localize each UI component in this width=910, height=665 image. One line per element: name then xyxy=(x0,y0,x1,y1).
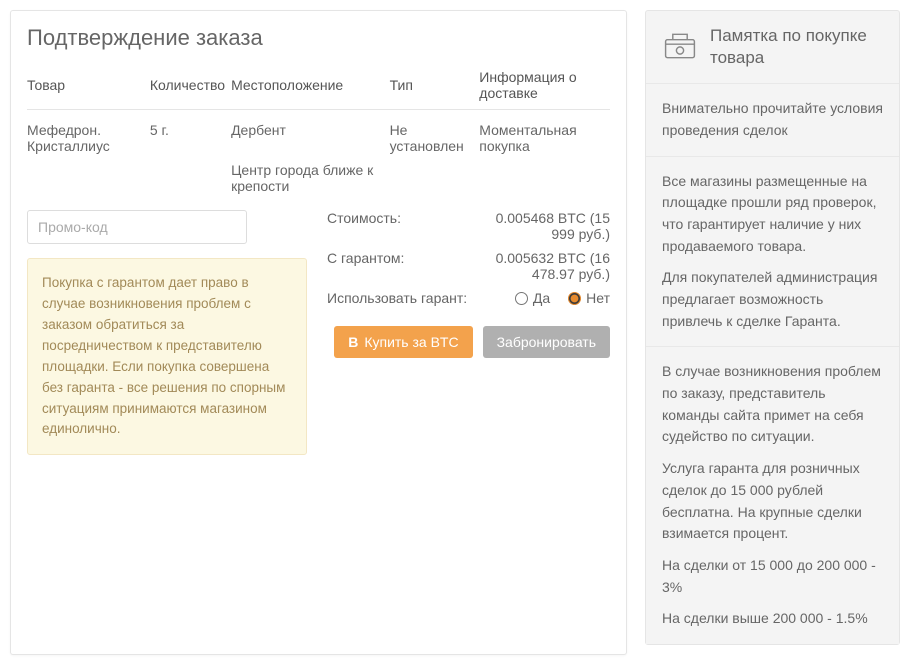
cell-type: Не установлен xyxy=(390,110,480,205)
price-cost-label: Стоимость: xyxy=(327,210,472,242)
notice-card: Памятка по покупке товара Внимательно пр… xyxy=(645,10,900,645)
notice-block3-p1: В случае возникновения проблем по заказу… xyxy=(662,361,883,448)
col-product: Товар xyxy=(27,61,150,110)
reserve-label: Забронировать xyxy=(497,334,596,350)
bitcoin-icon: B xyxy=(348,334,358,350)
use-guarantor-label: Использовать гарант: xyxy=(327,290,472,306)
guarantor-no-radio[interactable] xyxy=(568,292,581,305)
guarantor-no-option[interactable]: Нет xyxy=(568,290,610,306)
guarantor-no-label: Нет xyxy=(586,290,610,306)
cell-delivery: Моментальная покупка xyxy=(479,110,610,205)
notice-block2-p1: Все магазины размещенные на площадке про… xyxy=(662,171,883,258)
order-table: Товар Количество Местоположение Тип Инфо… xyxy=(27,61,610,204)
cell-location-extra: Центр города ближе к крепости xyxy=(231,162,384,194)
price-cost-value: 0.005468 BTC (15 999 руб.) xyxy=(472,210,610,242)
col-qty: Количество xyxy=(150,61,231,110)
cell-location-main: Дербент xyxy=(231,122,384,138)
price-guarantor-value: 0.005632 BTC (16 478.97 руб.) xyxy=(472,250,610,282)
notice-block3-p3: На сделки от 15 000 до 200 000 - 3% xyxy=(662,555,883,598)
notice-title: Памятка по покупке товара xyxy=(710,25,883,69)
notice-block3-p2: Услуга гаранта для розничных сделок до 1… xyxy=(662,458,883,545)
notice-block1: Внимательно прочитайте условия проведени… xyxy=(646,83,899,155)
cell-location: Дербент Центр города ближе к крепости xyxy=(231,110,390,205)
buy-btc-button[interactable]: B Купить за BTC xyxy=(334,326,472,358)
promo-input[interactable] xyxy=(27,210,247,244)
notice-block3-p4: На сделки выше 200 000 - 1.5% xyxy=(662,608,883,630)
page-title: Подтверждение заказа xyxy=(27,25,610,51)
guarantor-yes-radio[interactable] xyxy=(515,292,528,305)
order-confirmation-panel: Подтверждение заказа Товар Количество Ме… xyxy=(10,10,627,655)
guarantor-alert: Покупка с гарантом дает право в случае в… xyxy=(27,258,307,455)
col-location: Местоположение xyxy=(231,61,390,110)
guarantor-yes-option[interactable]: Да xyxy=(515,290,550,306)
buy-btc-label: Купить за BTC xyxy=(364,334,458,350)
notice-block2-p2: Для покупателей администрация предлагает… xyxy=(662,267,883,332)
sidebar: Памятка по покупке товара Внимательно пр… xyxy=(645,10,900,655)
table-row: Мефедрон. Кристаллиус 5 г. Дербент Центр… xyxy=(27,110,610,205)
reserve-button[interactable]: Забронировать xyxy=(483,326,610,358)
cell-qty: 5 г. xyxy=(150,110,231,205)
notice-block2: Все магазины размещенные на площадке про… xyxy=(646,156,899,347)
notice-icon xyxy=(662,30,698,65)
col-delivery: Информация о доставке xyxy=(479,61,610,110)
cell-product: Мефедрон. Кристаллиус xyxy=(27,110,150,205)
col-type: Тип xyxy=(390,61,480,110)
guarantor-yes-label: Да xyxy=(533,290,550,306)
notice-block3: В случае возникновения проблем по заказу… xyxy=(646,346,899,644)
price-guarantor-label: С гарантом: xyxy=(327,250,472,282)
